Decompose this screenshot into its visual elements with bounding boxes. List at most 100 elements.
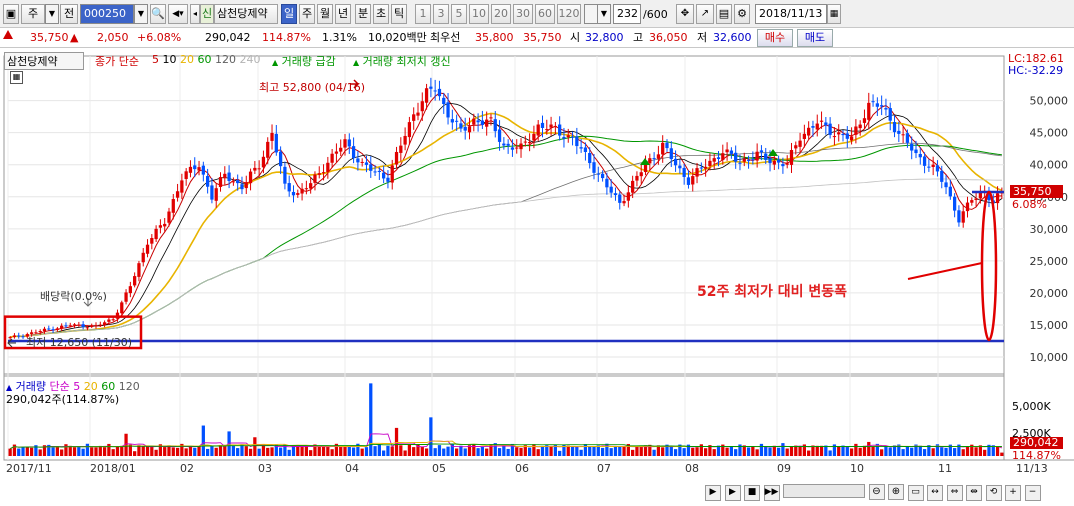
minute-3[interactable]: 3 <box>433 4 449 24</box>
candle-body <box>171 199 175 213</box>
candle-body <box>141 252 145 263</box>
candle-body <box>90 325 94 327</box>
chevron-down-icon[interactable]: ▼ <box>45 4 59 24</box>
tab-month[interactable]: 월 <box>317 4 333 24</box>
volume-bar <box>407 444 412 456</box>
current-price: 35,750 <box>30 31 69 44</box>
shrink-icon[interactable]: ↔ <box>927 485 943 501</box>
minute-120[interactable]: 120 <box>557 4 581 24</box>
stop-icon[interactable]: ■ <box>744 485 760 501</box>
candle-body <box>382 172 386 179</box>
stock-tag[interactable]: 삼천당제약 <box>4 52 84 70</box>
volume-bar <box>759 443 764 456</box>
scrollbar[interactable] <box>783 484 865 498</box>
volume-bar <box>364 447 369 456</box>
candle-body <box>437 88 442 97</box>
scroll-left-icon[interactable]: ▶ <box>705 485 721 501</box>
candle-body <box>407 122 412 138</box>
volume-bar <box>412 447 416 456</box>
custom-period-input[interactable] <box>584 4 598 24</box>
buy-button[interactable]: 매수 <box>757 29 793 47</box>
fast-forward-icon[interactable]: ▶▶ <box>763 485 780 501</box>
minute-60[interactable]: 60 <box>535 4 555 24</box>
signal-volume-low: ▲ 거래량 최저치 갱신 <box>353 53 451 69</box>
volume-bar <box>485 448 489 456</box>
candle-body <box>227 172 231 181</box>
volume-bar <box>171 447 175 456</box>
minute-20[interactable]: 20 <box>491 4 511 24</box>
best-ask: 35,800 <box>475 31 514 44</box>
play-icon[interactable]: ▶ <box>724 485 741 501</box>
candle-body <box>313 174 317 183</box>
candle-body <box>223 173 227 179</box>
candle-body <box>180 180 184 193</box>
tab-week[interactable]: 주 <box>299 4 315 24</box>
sell-button[interactable]: 매도 <box>797 29 833 47</box>
tab-year[interactable]: 년 <box>335 4 351 24</box>
code-dropdown-icon[interactable]: ▼ <box>134 4 148 24</box>
stock-code-input[interactable]: 000250 <box>80 4 134 24</box>
stock-name-field[interactable]: 삼천당제약 <box>214 4 278 24</box>
zoom-in-icon[interactable]: ⊕ <box>888 484 904 500</box>
candle-body <box>884 108 888 110</box>
candle-body <box>678 165 682 169</box>
minute-10[interactable]: 10 <box>469 4 489 24</box>
chart-area[interactable]: 10,00015,00020,00025,00030,00035,00040,0… <box>0 48 1074 503</box>
volume-bar <box>77 446 81 456</box>
ma-period-60: 60 <box>197 53 215 66</box>
volume-bar <box>347 446 351 456</box>
minus-icon[interactable]: − <box>1024 485 1041 501</box>
count-input[interactable]: 232 <box>613 4 641 24</box>
candle-body <box>648 158 652 164</box>
period-button[interactable]: 전 <box>60 4 78 24</box>
zoom-out-icon[interactable]: ⊖ <box>868 484 885 500</box>
minute-1[interactable]: 1 <box>415 4 431 24</box>
plus-icon[interactable]: + <box>1005 485 1021 501</box>
candle-body <box>261 156 266 168</box>
draw-tool-icon[interactable]: ↗ <box>696 4 714 24</box>
tab-tick[interactable]: 틱 <box>391 4 407 24</box>
volume-bar <box>94 447 98 456</box>
candle-body <box>785 163 789 165</box>
tab-second[interactable]: 초 <box>373 4 389 24</box>
candle-body <box>910 143 914 151</box>
tab-day[interactable]: 일 <box>281 4 297 24</box>
date-input[interactable]: 2018/11/13 <box>755 4 827 24</box>
search-icon[interactable]: 🔍 <box>150 4 166 24</box>
current-price-tag: 35,750 <box>1010 185 1063 198</box>
new-listing-badge[interactable]: 신 <box>200 4 214 24</box>
candle-body <box>330 153 334 163</box>
price-chart-svg[interactable]: 10,00015,00020,00025,00030,00035,00040,0… <box>0 48 1074 503</box>
volume-bar <box>785 448 789 456</box>
candle-body <box>849 136 854 141</box>
candle-body <box>940 170 944 182</box>
save-icon[interactable]: ▤ <box>716 4 732 24</box>
reset-icon[interactable]: ⟲ <box>985 485 1002 501</box>
window-menu-icon[interactable]: ▣ <box>3 4 19 24</box>
candle-body <box>880 105 884 107</box>
grid-toggle-icon[interactable]: ▦ <box>10 71 23 84</box>
minute-5[interactable]: 5 <box>451 4 467 24</box>
minute-30[interactable]: 30 <box>513 4 533 24</box>
candle-body <box>798 140 802 147</box>
volume-ma-period-120: 120 <box>118 380 140 393</box>
calendar-icon[interactable]: ▦ <box>827 4 841 24</box>
arrow-left-icon[interactable]: ◂ <box>190 4 200 24</box>
fit-icon[interactable]: ▭ <box>907 485 924 501</box>
volume-bar <box>442 448 446 456</box>
candle-body <box>673 158 678 166</box>
gear-icon[interactable]: ⚙ <box>734 4 750 24</box>
volume-bar <box>845 447 849 456</box>
tab-minute[interactable]: 분 <box>355 4 371 24</box>
indicator-icon[interactable]: ✥ <box>676 4 694 24</box>
speaker-icon[interactable]: ◀▾ <box>168 4 188 24</box>
volume-ratio: 114.87% <box>262 31 311 44</box>
expand-icon[interactable]: ⇔ <box>946 485 963 501</box>
high-label: 고 <box>633 31 644 44</box>
market-select[interactable]: 주 <box>21 4 45 24</box>
candle-body <box>64 325 68 327</box>
custom-period-dropdown-icon[interactable]: ▼ <box>597 4 611 24</box>
split-icon[interactable]: ⇹ <box>966 485 982 501</box>
volume-bar <box>940 447 944 456</box>
candle-body <box>476 120 480 123</box>
